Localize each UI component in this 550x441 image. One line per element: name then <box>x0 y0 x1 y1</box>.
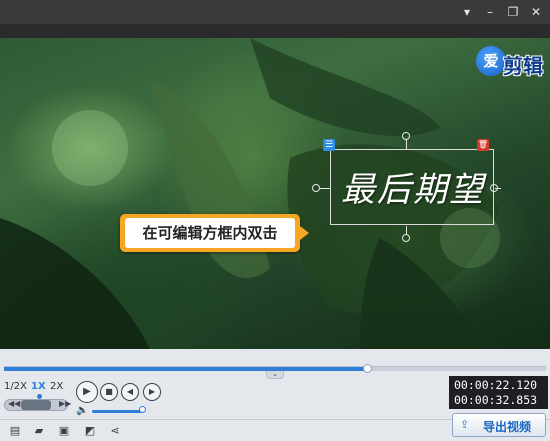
speed-1x-option[interactable]: 1X <box>31 381 46 392</box>
hint-arrow <box>300 226 309 240</box>
title-bar: ▾ – ❐ ✕ <box>0 0 550 24</box>
logo-mark: 爱 <box>476 46 506 76</box>
close-icon[interactable]: ✕ <box>526 3 546 21</box>
share-icon[interactable]: ⋖ <box>108 424 122 437</box>
subtitle-text[interactable]: 最后期望 <box>341 162 491 211</box>
resize-handle-left[interactable] <box>312 184 320 192</box>
next-button[interactable]: ▶ <box>143 383 161 401</box>
frame-step-slider[interactable]: ◀◀ ▶▶ <box>4 399 71 411</box>
speed-half-option[interactable]: 1/2X <box>4 381 27 392</box>
restore-icon[interactable]: ❐ <box>503 3 523 21</box>
export-video-button[interactable]: ⇪ 导出视频 <box>452 413 546 437</box>
layer-icon[interactable]: ☰ <box>323 139 335 151</box>
fast-forward-icon[interactable]: ▶▶ <box>59 399 71 408</box>
new-project-icon[interactable]: ▤ <box>8 424 22 437</box>
open-folder-icon[interactable]: ▰ <box>32 424 46 437</box>
subtitle-edit-box[interactable]: ☰ 🗑 最后期望 <box>312 132 501 242</box>
stop-button[interactable]: ■ <box>100 383 118 401</box>
speed-2x-option[interactable]: 2X <box>50 381 63 392</box>
current-time: 00:00:22.120 <box>454 378 538 392</box>
control-panel: ⌄ 1/2X 1X 2X ◀◀ ▶▶ ▶ ■ ◀ ▶ 🔈 00:00:22.12… <box>0 349 550 441</box>
save-icon[interactable]: ▣ <box>57 424 71 437</box>
logo-text: 剪辑 <box>503 54 543 78</box>
collapse-panel-button[interactable]: ⌄ <box>266 371 284 379</box>
speaker-icon[interactable]: 🔈 <box>76 405 88 416</box>
speed-selector: 1/2X 1X 2X <box>4 381 72 399</box>
volume-knob[interactable] <box>139 406 147 413</box>
total-time: 00:00:32.853 <box>454 393 538 407</box>
time-display: 00:00:22.120 00:00:32.853 <box>449 376 548 409</box>
progress-thumb[interactable] <box>363 364 373 373</box>
save-as-icon[interactable]: ◩ <box>83 424 97 437</box>
app-logo: 爱 剪辑 <box>476 46 546 80</box>
export-icon: ⇪ <box>460 418 470 431</box>
previous-button[interactable]: ◀ <box>121 383 139 401</box>
resize-handle-right[interactable] <box>490 184 498 192</box>
minimize-icon[interactable]: – <box>480 3 500 21</box>
hint-tooltip: 在可编辑方框内双击 <box>120 214 309 252</box>
rewind-icon[interactable]: ◀◀ <box>8 399 20 408</box>
progress-fill <box>4 367 368 371</box>
dropdown-arrow-icon[interactable]: ▾ <box>457 3 477 21</box>
slider-knob[interactable] <box>21 400 51 410</box>
export-label: 导出视频 <box>483 420 532 434</box>
play-button[interactable]: ▶ <box>76 381 98 403</box>
volume-track[interactable] <box>92 410 143 413</box>
resize-handle-bottom[interactable] <box>402 234 410 242</box>
rotate-handle[interactable] <box>402 132 410 140</box>
hint-text: 在可编辑方框内双击 <box>125 218 295 248</box>
video-preview[interactable]: 爱 剪辑 ☰ 🗑 最后期望 在可编辑方框内双击 <box>0 38 550 349</box>
timeline[interactable] <box>0 349 550 373</box>
volume-control[interactable]: 🔈 <box>76 405 156 417</box>
delete-icon[interactable]: 🗑 <box>477 139 489 151</box>
